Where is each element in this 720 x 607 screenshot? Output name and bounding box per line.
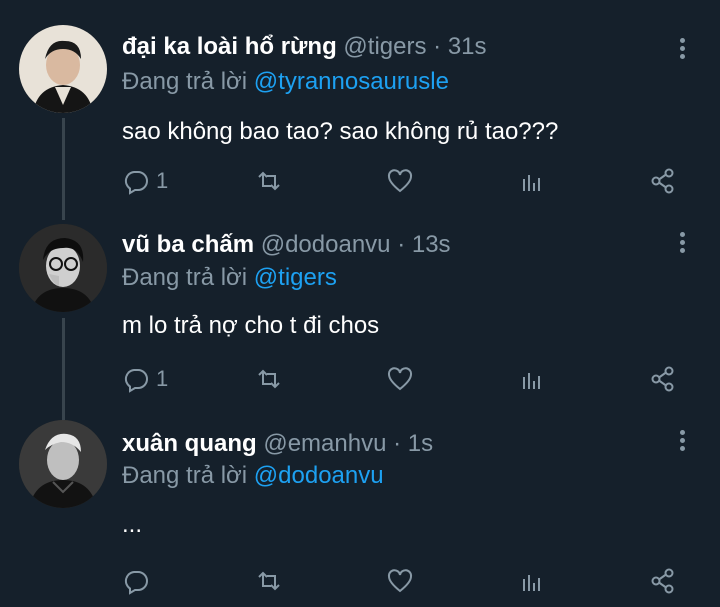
more-options-icon[interactable] bbox=[672, 230, 692, 254]
user-handle[interactable]: @tigers bbox=[343, 33, 426, 60]
like-icon bbox=[387, 169, 413, 193]
tweet[interactable]: vũ ba chấm @dodoanvu · 13s Đang trả lời … bbox=[0, 200, 720, 400]
mention-link[interactable]: @tigers bbox=[254, 264, 337, 291]
display-name[interactable]: vũ ba chấm bbox=[122, 231, 254, 258]
tweet-header: xuân quang @emanhvu · 1s bbox=[122, 430, 433, 458]
separator: · bbox=[393, 430, 402, 457]
retweet-icon bbox=[258, 171, 280, 191]
display-name[interactable]: xuân quang bbox=[122, 430, 257, 457]
stats-button[interactable] bbox=[518, 564, 546, 598]
separator: · bbox=[433, 33, 442, 60]
replying-to: Đang trả lời @tyrannosaurusle bbox=[122, 68, 449, 96]
reply-button[interactable]: 1 bbox=[122, 362, 168, 396]
tweet[interactable]: đại ka loài hổ rừng @tigers · 31s Đang t… bbox=[0, 0, 720, 200]
tweet-actions: 1 bbox=[0, 362, 720, 396]
replying-prefix: Đang trả lời bbox=[122, 68, 248, 95]
share-icon bbox=[651, 168, 674, 194]
stats-button[interactable] bbox=[518, 362, 546, 396]
share-button[interactable] bbox=[649, 362, 677, 396]
reply-count: 1 bbox=[156, 366, 169, 391]
stats-icon bbox=[523, 175, 540, 191]
user-handle[interactable]: @emanhvu bbox=[263, 430, 386, 457]
share-button[interactable] bbox=[649, 164, 677, 198]
like-button[interactable] bbox=[386, 164, 414, 198]
timestamp[interactable]: 1s bbox=[408, 430, 433, 457]
retweet-icon bbox=[258, 369, 280, 389]
replying-to: Đang trả lời @dodoanvu bbox=[122, 462, 384, 490]
mention-link[interactable]: @tyrannosaurusle bbox=[254, 68, 449, 95]
tweet-text: sao không bao tao? sao không rủ tao??? bbox=[122, 118, 559, 145]
replying-prefix: Đang trả lời bbox=[122, 462, 248, 489]
replying-prefix: Đang trả lời bbox=[122, 264, 248, 291]
retweet-icon bbox=[258, 571, 280, 591]
avatar[interactable] bbox=[19, 224, 107, 312]
timestamp[interactable]: 31s bbox=[448, 33, 487, 60]
retweet-button[interactable] bbox=[255, 564, 283, 598]
tweet-actions: 1 bbox=[0, 164, 720, 198]
more-options-icon[interactable] bbox=[672, 428, 692, 452]
like-icon bbox=[387, 569, 413, 593]
display-name[interactable]: đại ka loài hổ rừng bbox=[122, 33, 337, 60]
user-handle[interactable]: @dodoanvu bbox=[261, 231, 391, 258]
stats-icon bbox=[523, 373, 540, 389]
share-icon bbox=[651, 568, 674, 594]
replying-to: Đang trả lời @tigers bbox=[122, 264, 337, 292]
tweet[interactable]: xuân quang @emanhvu · 1s Đang trả lời @d… bbox=[0, 400, 720, 607]
tweet-text: m lo trả nợ cho t đi chos bbox=[122, 312, 380, 339]
share-icon bbox=[651, 366, 674, 392]
tweet-actions bbox=[0, 564, 720, 598]
timestamp[interactable]: 13s bbox=[412, 231, 451, 258]
tweet-header: vũ ba chấm @dodoanvu · 13s bbox=[122, 231, 451, 259]
retweet-button[interactable] bbox=[255, 164, 283, 198]
like-button[interactable] bbox=[386, 564, 414, 598]
stats-button[interactable] bbox=[518, 164, 546, 198]
avatar[interactable] bbox=[19, 420, 107, 508]
more-options-icon[interactable] bbox=[672, 36, 692, 60]
like-icon bbox=[387, 367, 413, 391]
stats-icon bbox=[523, 575, 540, 591]
share-button[interactable] bbox=[649, 564, 677, 598]
reply-button[interactable]: 1 bbox=[122, 164, 168, 198]
mention-link[interactable]: @dodoanvu bbox=[254, 462, 384, 489]
reply-count: 1 bbox=[156, 168, 169, 193]
tweet-header: đại ka loài hổ rừng @tigers · 31s bbox=[122, 33, 487, 61]
reply-button[interactable] bbox=[122, 564, 156, 598]
reply-icon bbox=[124, 571, 148, 595]
reply-icon bbox=[124, 171, 148, 195]
tweet-text: ... bbox=[122, 511, 143, 538]
like-button[interactable] bbox=[386, 362, 414, 396]
reply-icon bbox=[124, 369, 148, 393]
avatar[interactable] bbox=[19, 25, 107, 113]
separator: · bbox=[397, 231, 406, 258]
retweet-button[interactable] bbox=[255, 362, 283, 396]
